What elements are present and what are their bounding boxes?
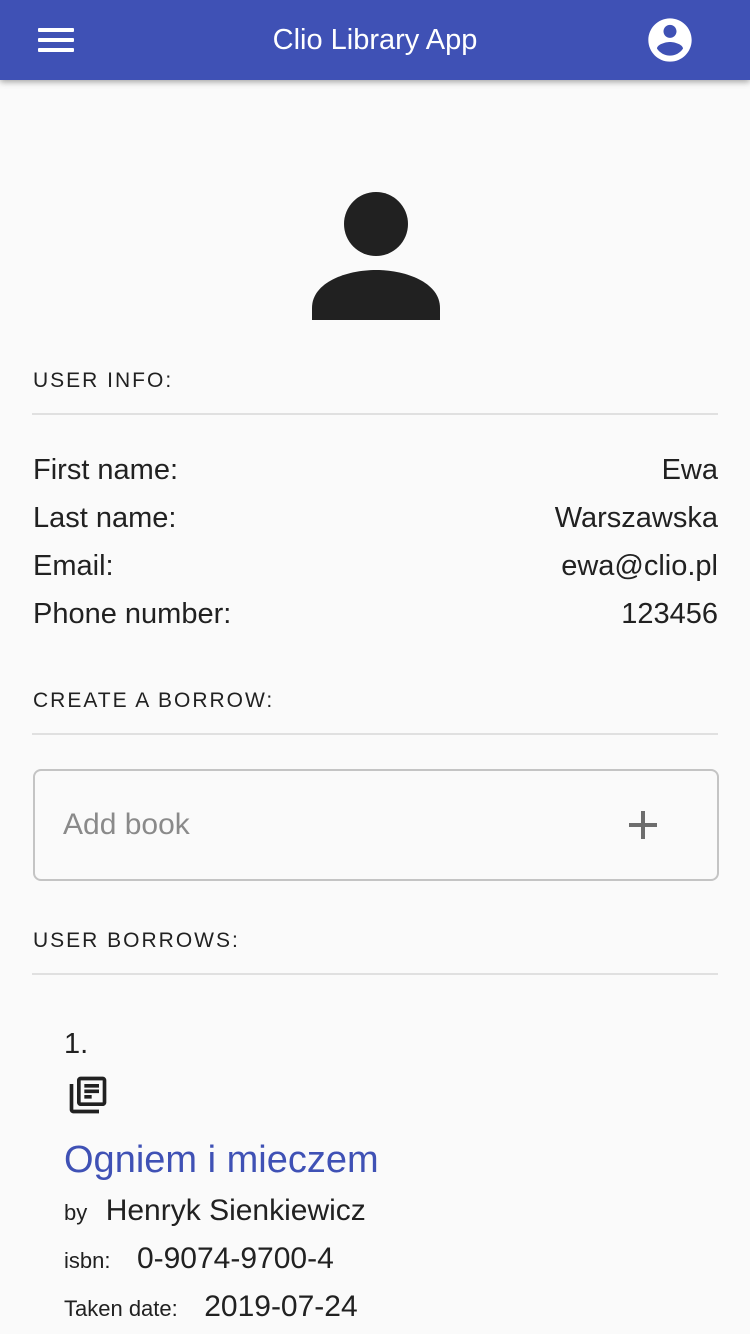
phone-row: Phone number: 123456 [33,592,718,636]
isbn-label: isbn: [64,1248,111,1273]
last-name-label: Last name: [33,502,177,534]
add-book-field [33,769,719,881]
divider [32,733,718,735]
email-row: Email: ewa@clio.pl [33,544,718,588]
last-name-value: Warszawska [554,502,718,534]
phone-label: Phone number: [33,598,232,630]
person-icon [307,190,443,322]
taken-date-label: Taken date: [64,1296,178,1321]
app-title: Clio Library App [272,24,478,56]
first-name-row: First name: Ewa [33,448,718,492]
library-books-icon [66,1073,110,1117]
user-info-header: USER INFO: [33,369,174,392]
divider [32,413,718,415]
plus-icon[interactable] [619,803,667,847]
account-circle-icon[interactable] [644,14,696,66]
taken-date-row: Taken date: 2019-07-24 [64,1290,358,1334]
email-value: ewa@clio.pl [561,550,718,582]
add-book-input[interactable] [61,799,585,851]
divider [32,973,718,975]
book-author: Henryk Sienkiewicz [105,1194,366,1227]
borrow-index: 1. [64,1028,89,1060]
book-isbn: 0-9074-9700-4 [136,1242,334,1275]
first-name-value: Ewa [661,454,718,486]
phone-value: 123456 [621,598,718,630]
create-borrow-header: CREATE A BORROW: [33,689,275,712]
user-borrows-header: USER BORROWS: [33,929,240,952]
last-name-row: Last name: Warszawska [33,496,718,540]
book-isbn-row: isbn: 0-9074-9700-4 [64,1242,334,1286]
first-name-label: First name: [33,454,179,486]
book-title-link[interactable]: Ogniem i mieczem [64,1134,379,1186]
book-author-row: by Henryk Sienkiewicz [64,1194,366,1238]
taken-date: 2019-07-24 [204,1290,358,1323]
app-bar: Clio Library App [0,0,750,80]
by-label: by [64,1200,88,1225]
email-label: Email: [33,550,114,582]
menu-icon[interactable] [28,20,84,60]
